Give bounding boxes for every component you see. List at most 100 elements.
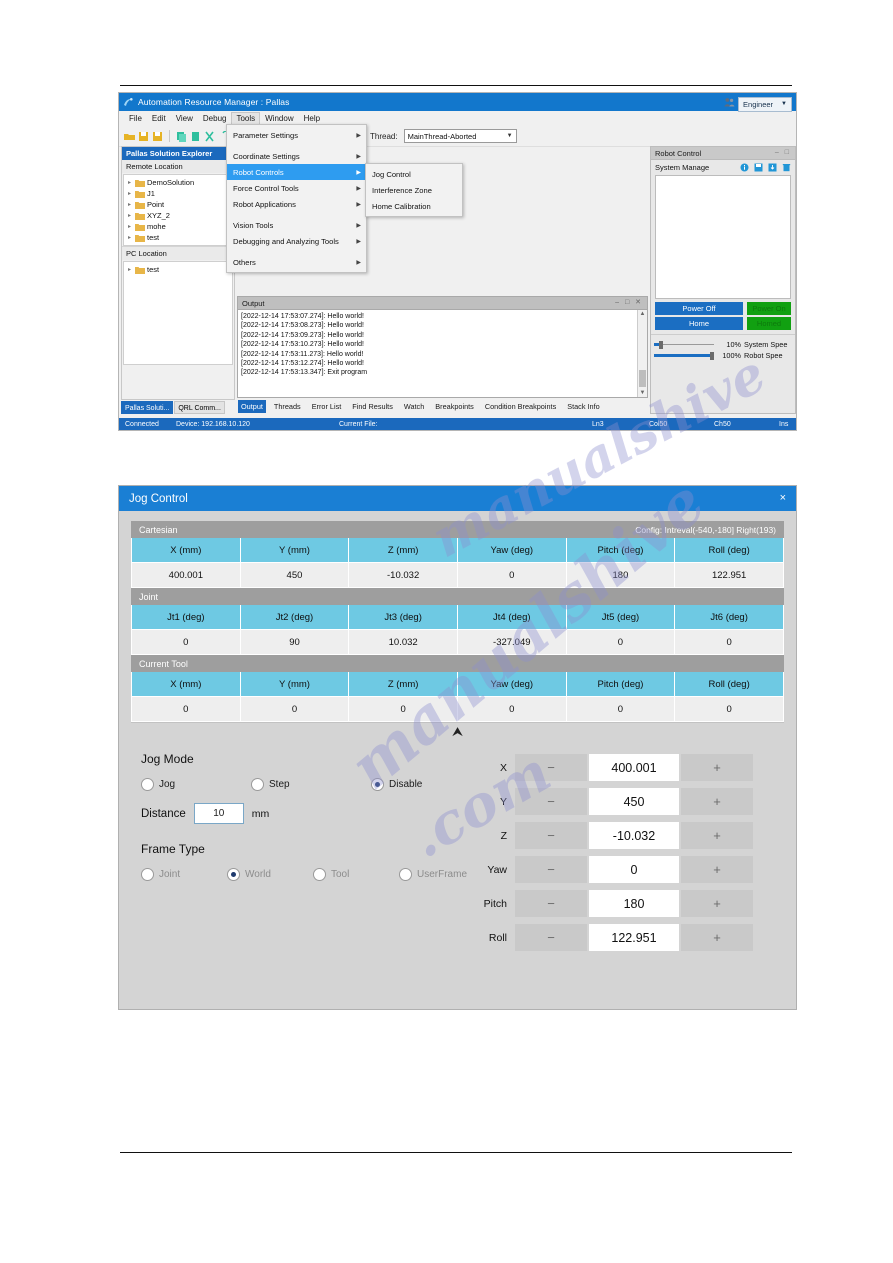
scroll-down-icon[interactable]: ▼ (638, 389, 647, 397)
increment-x-button[interactable]: + (681, 754, 753, 781)
radio-jog[interactable]: Jog (141, 778, 251, 791)
output-scrollbar[interactable]: ▲ ▼ (637, 310, 647, 397)
cut-icon[interactable] (204, 131, 215, 142)
collapse-panel-button[interactable]: ⮝ (131, 722, 784, 738)
axis-value-z[interactable]: -10.032 (589, 822, 679, 849)
chevron-right-icon[interactable]: ▸ (128, 201, 133, 208)
save-icon[interactable] (138, 131, 149, 142)
tab-watch[interactable]: Watch (401, 400, 427, 413)
open-folder-icon[interactable] (124, 131, 135, 142)
menu-item-force-control-tools[interactable]: Force Control Tools ▶ (227, 180, 366, 196)
chevron-right-icon[interactable]: ▸ (128, 212, 133, 219)
folder-icon (135, 234, 145, 242)
decrement-pitch-button[interactable]: − (515, 890, 587, 917)
axis-row-yaw: Yaw − 0 + (471, 856, 784, 883)
radio-joint[interactable]: Joint (141, 868, 227, 881)
tree-item[interactable]: ▸ test (124, 264, 232, 275)
tab-breakpoints[interactable]: Breakpoints (432, 400, 477, 413)
paste-icon[interactable] (190, 131, 201, 142)
axis-value-roll[interactable]: 122.951 (589, 924, 679, 951)
menu-item-parameter-settings[interactable]: Parameter Settings ▶ (227, 127, 366, 143)
close-icon[interactable]: × (780, 491, 786, 505)
radio-disable[interactable]: Disable (371, 778, 422, 791)
home-button[interactable]: Home (655, 317, 743, 330)
col-pitch: Pitch (deg) (565, 672, 676, 697)
menu-item-vision-tools[interactable]: Vision Tools ▶ (227, 217, 366, 233)
axis-value-yaw[interactable]: 0 (589, 856, 679, 883)
thread-dropdown[interactable]: MainThread-Aborted ▼ (403, 129, 517, 143)
decrement-y-button[interactable]: − (515, 788, 587, 815)
radio-tool[interactable]: Tool (313, 868, 399, 881)
menu-item-robot-applications[interactable]: Robot Applications ▶ (227, 196, 366, 212)
increment-z-button[interactable]: + (681, 822, 753, 849)
col-z: Z (mm) (348, 538, 458, 563)
system-speed-slider[interactable] (654, 340, 714, 349)
decrement-x-button[interactable]: − (515, 754, 587, 781)
menu-item-debugging-analyzing-tools[interactable]: Debugging and Analyzing Tools ▶ (227, 233, 366, 249)
tree-item[interactable]: ▸ Point (124, 199, 232, 210)
delete-icon[interactable] (782, 163, 791, 172)
tree-item[interactable]: ▸ test (124, 232, 232, 243)
info-icon[interactable] (740, 163, 749, 172)
scrollbar-thumb[interactable] (639, 370, 646, 387)
tree-item[interactable]: ▸ XYZ_2 (124, 210, 232, 221)
tab-threads[interactable]: Threads (271, 400, 304, 413)
axis-value-x[interactable]: 400.001 (589, 754, 679, 781)
axis-value-pitch[interactable]: 180 (589, 890, 679, 917)
menu-item-home-calibration[interactable]: Home Calibration (366, 198, 462, 214)
tab-qrl-command[interactable]: QRL Comm... (174, 401, 225, 414)
tab-condition-breakpoints[interactable]: Condition Breakpoints (482, 400, 559, 413)
radio-world[interactable]: World (227, 868, 313, 881)
output-line: [2022-12-14 17:53:09.273]: Hello world! (241, 331, 364, 339)
menu-file[interactable]: File (124, 112, 147, 126)
tab-pallas-solution[interactable]: Pallas Soluti... (121, 401, 174, 414)
robot-speed-label: Robot Spee (744, 351, 783, 360)
system-manage-list[interactable] (655, 175, 791, 299)
menu-view[interactable]: View (171, 112, 198, 126)
increment-y-button[interactable]: + (681, 788, 753, 815)
tab-error-list[interactable]: Error List (309, 400, 345, 413)
output-panel-header: Output – □ ✕ (237, 296, 648, 309)
decrement-yaw-button[interactable]: − (515, 856, 587, 883)
axis-value-y[interactable]: 450 (589, 788, 679, 815)
cell-jt5: 0 (565, 629, 676, 655)
chevron-right-icon[interactable]: ▸ (128, 266, 133, 273)
menu-item-coordinate-settings[interactable]: Coordinate Settings ▶ (227, 148, 366, 164)
robot-panel-controls[interactable]: – □ (775, 147, 791, 159)
chevron-right-icon[interactable]: ▸ (128, 190, 133, 197)
tab-stack-info[interactable]: Stack Info (564, 400, 602, 413)
export-icon[interactable] (768, 163, 777, 172)
decrement-roll-button[interactable]: − (515, 924, 587, 951)
tab-output[interactable]: Output (238, 399, 266, 413)
tab-find-results[interactable]: Find Results (349, 400, 396, 413)
menu-item-jog-control[interactable]: Jog Control (366, 166, 462, 182)
increment-roll-button[interactable]: + (681, 924, 753, 951)
menu-item-robot-controls[interactable]: Robot Controls ▶ (227, 164, 366, 180)
radio-dot (141, 778, 154, 791)
panel-window-controls[interactable]: – □ ✕ (615, 298, 643, 306)
copy-icon[interactable] (176, 131, 187, 142)
tree-item[interactable]: ▸ J1 (124, 188, 232, 199)
increment-pitch-button[interactable]: + (681, 890, 753, 917)
slider-knob[interactable] (709, 352, 714, 360)
save-icon[interactable] (754, 163, 763, 172)
menu-item-others[interactable]: Others ▶ (227, 254, 366, 270)
chevron-right-icon[interactable]: ▸ (128, 234, 133, 241)
chevron-right-icon[interactable]: ▸ (128, 223, 133, 230)
chevron-right-icon[interactable]: ▸ (128, 179, 133, 186)
tree-item[interactable]: ▸ DemoSolution (124, 177, 232, 188)
menu-edit[interactable]: Edit (147, 112, 171, 126)
increment-yaw-button[interactable]: + (681, 856, 753, 883)
menu-item-interference-zone[interactable]: Interference Zone (366, 182, 462, 198)
radio-step[interactable]: Step (251, 778, 371, 791)
radio-userframe[interactable]: UserFrame (399, 868, 467, 881)
robot-speed-slider[interactable] (654, 351, 714, 360)
decrement-z-button[interactable]: − (515, 822, 587, 849)
user-role-dropdown[interactable]: Engineer ▼ (738, 96, 792, 112)
save-all-icon[interactable] (152, 131, 163, 142)
distance-input[interactable]: 10 (193, 803, 244, 824)
power-off-button[interactable]: Power Off (655, 302, 743, 315)
tree-item[interactable]: ▸ mohe (124, 221, 232, 232)
scroll-up-icon[interactable]: ▲ (638, 310, 647, 318)
slider-knob[interactable] (658, 341, 663, 349)
